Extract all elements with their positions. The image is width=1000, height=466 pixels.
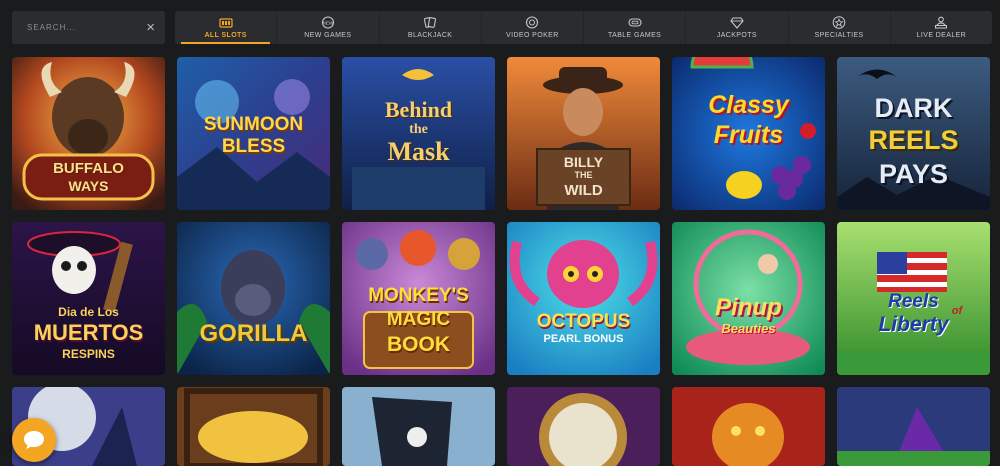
chat-button[interactable] bbox=[12, 418, 56, 462]
tab-label: NEW GAMES bbox=[304, 32, 352, 39]
game-title: RESPINS bbox=[62, 347, 115, 361]
game-tile-classy-fruits[interactable]: Classy Fruits bbox=[672, 57, 825, 210]
star-icon bbox=[832, 16, 846, 29]
search-box: × bbox=[12, 11, 165, 44]
gorilla-artwork bbox=[177, 222, 330, 375]
game-title: MUERTOS bbox=[33, 320, 144, 345]
category-tabs: ALL SLOTS NEW NEW GAMES BLACKJACK VIDEO … bbox=[175, 11, 992, 44]
game-title: Mask bbox=[387, 137, 450, 166]
svg-text:NEW: NEW bbox=[323, 21, 334, 26]
tab-specialties[interactable]: SPECIALTIES bbox=[789, 11, 891, 44]
game-tile-golden-dragon[interactable] bbox=[672, 387, 825, 466]
game-title: Behind bbox=[384, 97, 453, 122]
tab-new-games[interactable]: NEW NEW GAMES bbox=[277, 11, 380, 44]
diamond-clock-artwork bbox=[507, 387, 660, 466]
game-title: BILLY bbox=[563, 154, 604, 170]
dealer-icon bbox=[935, 16, 948, 29]
table-icon bbox=[628, 18, 642, 27]
game-title: OCTOPUS bbox=[536, 311, 631, 332]
tab-label: SPECIALTIES bbox=[814, 32, 864, 39]
tab-label: VIDEO POKER bbox=[506, 32, 559, 39]
game-title: MAGIC bbox=[386, 309, 451, 330]
tab-table-games[interactable]: TABLE GAMES bbox=[584, 11, 687, 44]
halloween-artwork bbox=[837, 387, 990, 466]
tab-blackjack[interactable]: BLACKJACK bbox=[380, 11, 482, 44]
diamond-icon bbox=[730, 17, 744, 29]
game-title: Liberty bbox=[878, 313, 949, 336]
game-title: Fruits bbox=[713, 121, 784, 149]
game-title: BONUS bbox=[583, 333, 624, 345]
game-title: Beauties bbox=[721, 321, 776, 336]
pirate-ship-artwork bbox=[342, 387, 495, 466]
poker-chip-icon bbox=[526, 16, 539, 29]
game-title: Classy bbox=[708, 91, 789, 119]
game-title: Pinup bbox=[715, 294, 782, 321]
tab-label: LIVE DEALER bbox=[916, 32, 967, 39]
game-tile-pinup-beauties[interactable]: Pinup Beauties bbox=[672, 222, 825, 375]
game-title: PEARL bbox=[543, 333, 581, 345]
game-title: GORILLA bbox=[199, 320, 308, 347]
game-title: REELS bbox=[868, 125, 959, 155]
game-title: SUNMOON bbox=[203, 114, 304, 135]
game-tile-gorilla[interactable]: GORILLA bbox=[177, 222, 330, 375]
game-title: MONKEY'S bbox=[368, 285, 469, 306]
tab-label: ALL SLOTS bbox=[204, 32, 247, 39]
game-tile-billy-the-wild[interactable]: BILLY THE WILD bbox=[507, 57, 660, 210]
game-title: Dia de Los bbox=[58, 305, 119, 319]
game-title-sub: PEARL BONUS bbox=[507, 334, 660, 345]
game-tile-halloween[interactable] bbox=[837, 387, 990, 466]
game-title: the bbox=[409, 122, 428, 137]
game-tile-diamond-clock[interactable] bbox=[507, 387, 660, 466]
game-tile-octopus-pearl-bonus[interactable]: OCTOPUS PEARL BONUS bbox=[507, 222, 660, 375]
tab-video-poker[interactable]: VIDEO POKER bbox=[482, 11, 584, 44]
game-title: BUFFALO bbox=[53, 160, 124, 177]
tab-label: TABLE GAMES bbox=[607, 32, 662, 39]
clear-search-icon[interactable]: × bbox=[146, 20, 155, 35]
tab-all-slots[interactable]: ALL SLOTS bbox=[175, 11, 278, 44]
tab-live-dealer[interactable]: LIVE DEALER bbox=[891, 11, 992, 44]
game-tile-buffalo-ways[interactable]: BUFFALO WAYS bbox=[12, 57, 165, 210]
tab-label: BLACKJACK bbox=[407, 32, 453, 39]
tab-label: JACKPOTS bbox=[716, 32, 757, 39]
game-tile-pirate-ship[interactable] bbox=[342, 387, 495, 466]
new-badge-icon: NEW bbox=[321, 16, 334, 29]
game-title: WILD bbox=[564, 182, 603, 199]
game-title: PAYS bbox=[878, 159, 949, 189]
game-tile-gold-chest[interactable] bbox=[177, 387, 330, 466]
gold-chest-artwork bbox=[177, 387, 330, 466]
game-tile-dark-reels-pays[interactable]: DARK REELS PAYS bbox=[837, 57, 990, 210]
game-title: THE bbox=[574, 170, 593, 180]
game-tile-behind-the-mask[interactable]: Behind the Mask bbox=[342, 57, 495, 210]
slot-machine-icon bbox=[219, 18, 233, 28]
game-tile-sunmoon-bless[interactable]: SUNMOON BLESS bbox=[177, 57, 330, 210]
game-title: WAYS bbox=[68, 178, 109, 194]
chat-bubble-icon bbox=[24, 431, 44, 449]
dragon-artwork bbox=[672, 387, 825, 466]
game-tile-reels-of-liberty[interactable]: Reels of Liberty bbox=[837, 222, 990, 375]
game-title: BLESS bbox=[221, 136, 286, 157]
game-title: BOOK bbox=[387, 333, 450, 356]
top-navigation: × ALL SLOTS NEW NEW GAMES BLACKJACK VIDE… bbox=[0, 0, 1000, 52]
playing-cards-icon bbox=[423, 17, 437, 28]
game-tile-dia-de-los-muertos[interactable]: Dia de Los MUERTOS RESPINS bbox=[12, 222, 165, 375]
tab-jackpots[interactable]: JACKPOTS bbox=[686, 11, 789, 44]
search-input[interactable] bbox=[25, 22, 147, 33]
game-tile-monkeys-magic-book[interactable]: MONKEY'S MAGIC BOOK bbox=[342, 222, 495, 375]
game-title: DARK bbox=[874, 93, 953, 123]
octopus-artwork bbox=[507, 222, 660, 375]
